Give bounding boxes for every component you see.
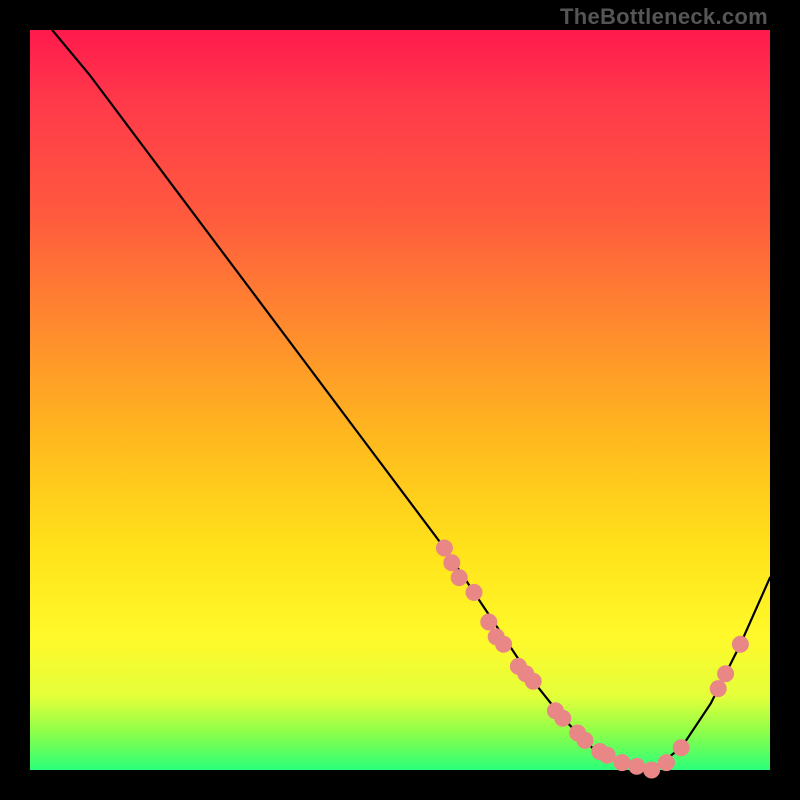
curve-marker bbox=[673, 740, 689, 756]
bottleneck-curve-path bbox=[52, 30, 770, 770]
curve-marker bbox=[577, 732, 593, 748]
curve-marker bbox=[481, 614, 497, 630]
curve-marker bbox=[658, 755, 674, 771]
curve-marker bbox=[525, 673, 541, 689]
curve-marker bbox=[629, 758, 645, 774]
bottleneck-curve-svg bbox=[30, 30, 770, 770]
chart-frame: TheBottleneck.com bbox=[0, 0, 800, 800]
curve-marker bbox=[599, 747, 615, 763]
curve-marker bbox=[644, 762, 660, 778]
curve-marker bbox=[614, 755, 630, 771]
curve-marker bbox=[451, 570, 467, 586]
curve-marker bbox=[710, 681, 726, 697]
curve-marker bbox=[555, 710, 571, 726]
curve-marker bbox=[496, 636, 512, 652]
plot-area bbox=[30, 30, 770, 770]
curve-markers-group bbox=[436, 540, 748, 778]
curve-marker bbox=[718, 666, 734, 682]
curve-marker bbox=[436, 540, 452, 556]
watermark-label: TheBottleneck.com bbox=[560, 4, 768, 30]
curve-marker bbox=[444, 555, 460, 571]
curve-marker bbox=[732, 636, 748, 652]
curve-marker bbox=[466, 584, 482, 600]
